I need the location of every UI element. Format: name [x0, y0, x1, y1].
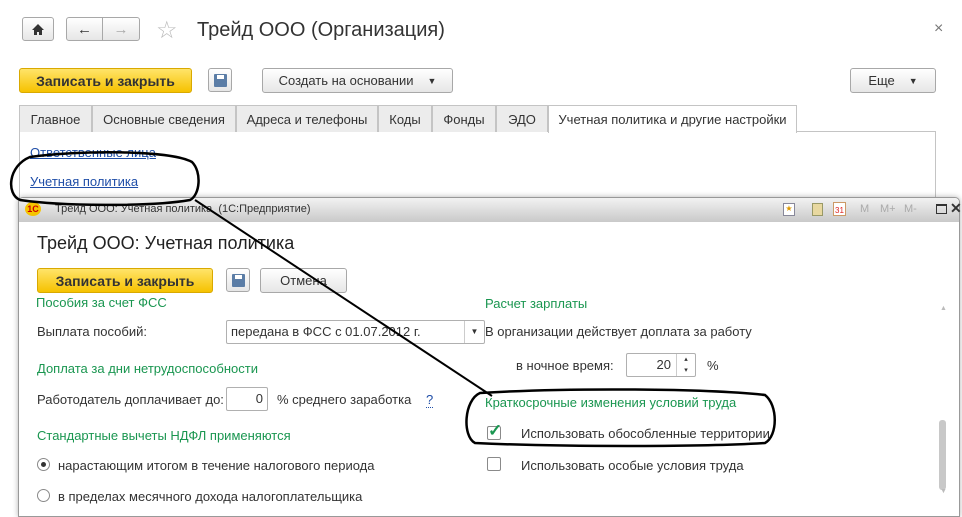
annotation-ellipse-checkbox — [465, 388, 776, 448]
annotation-ellipse-link — [9, 151, 200, 207]
annotation-arrow-line — [194, 199, 493, 397]
annotation-overlay — [9, 151, 776, 448]
